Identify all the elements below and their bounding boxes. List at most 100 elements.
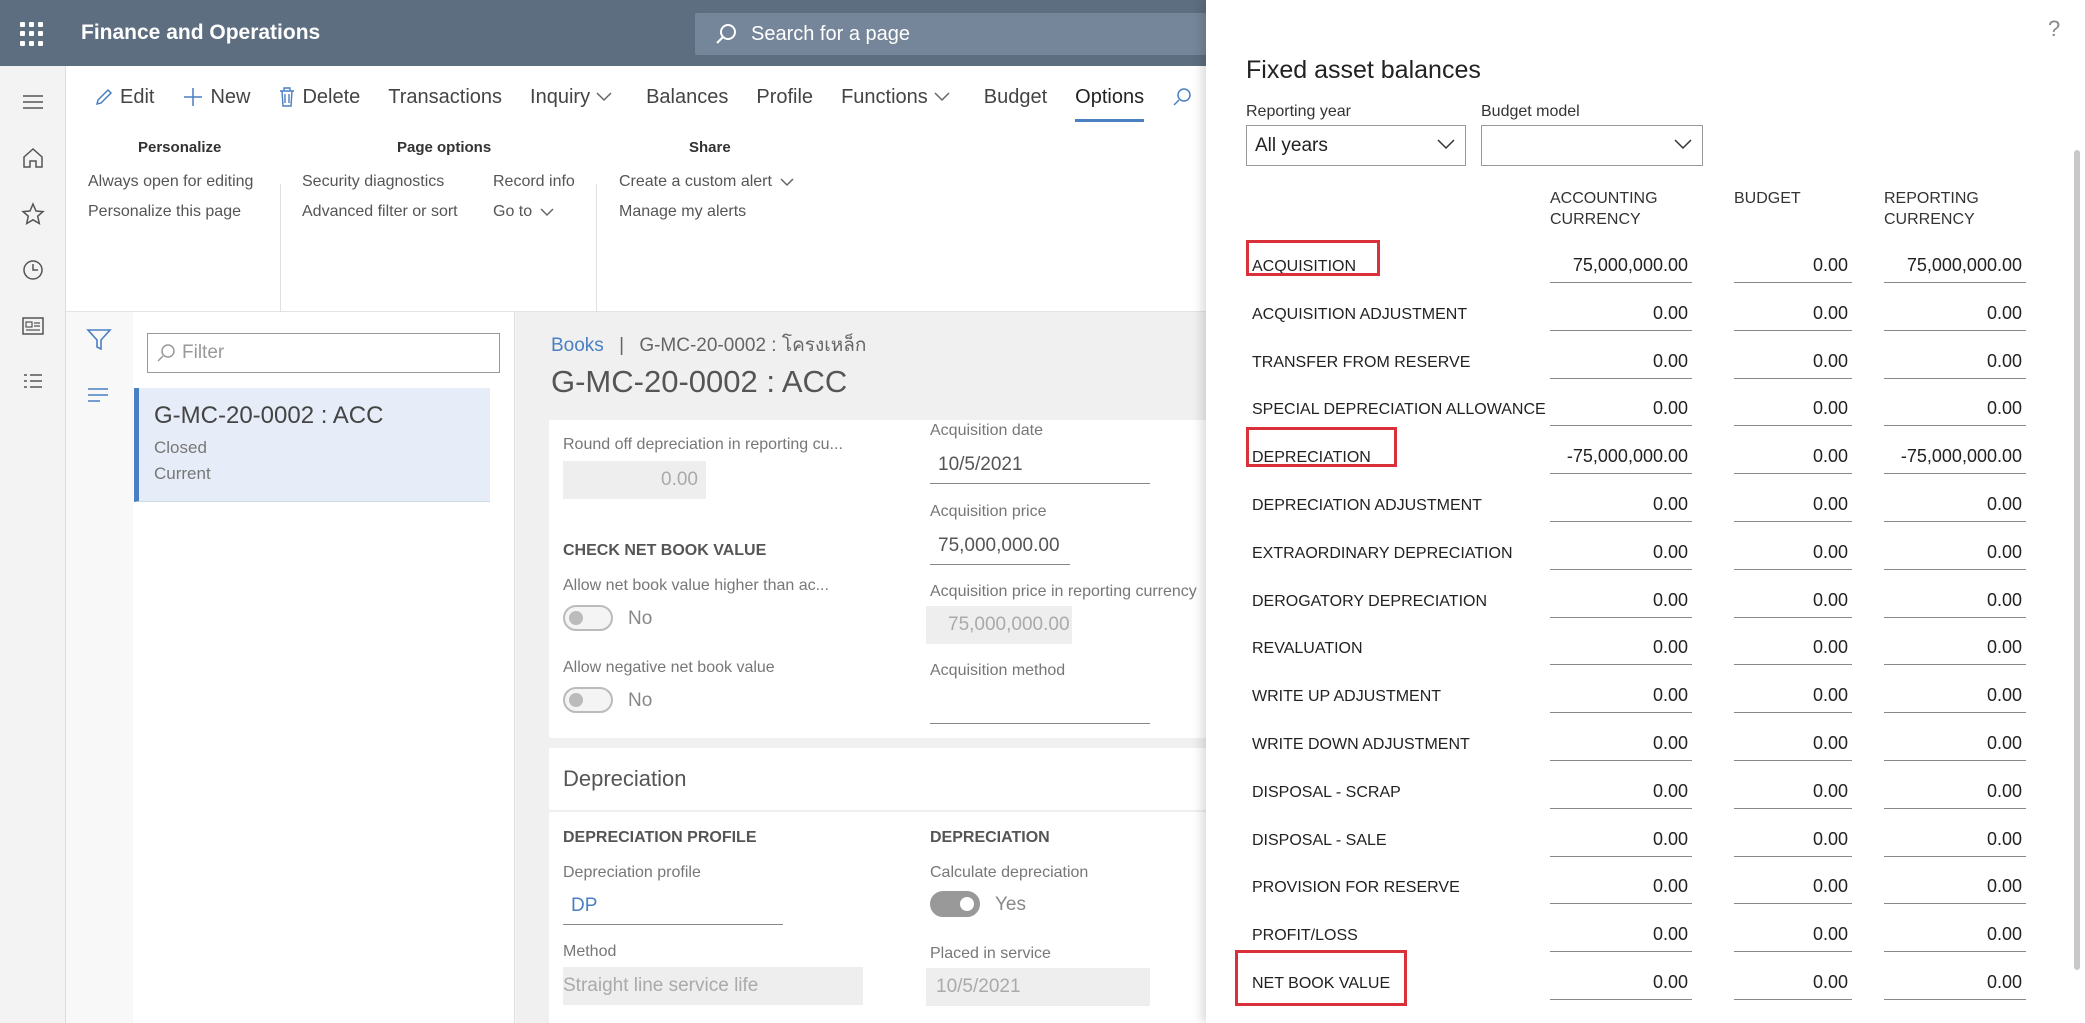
help-icon[interactable]: ? — [2048, 16, 2060, 42]
create-custom-alert-dropdown[interactable]: Create a custom alert — [619, 173, 794, 191]
filter-icon[interactable] — [86, 327, 112, 353]
app-launcher-icon[interactable] — [20, 22, 44, 46]
options-tab[interactable]: Options — [1061, 80, 1158, 122]
search-input[interactable]: Search for a page — [695, 13, 1206, 55]
method-field[interactable]: Straight line service life — [563, 967, 863, 1005]
col-header-budget: BUDGET — [1734, 190, 1801, 207]
balance-cell-budget: 0.00 — [1734, 631, 1852, 666]
acquisition-price-label: Acquisition price — [930, 503, 1047, 520]
action-pane: Edit New Delete Transactions Inquiry Bal… — [66, 66, 1206, 338]
acquisition-price-reporting-label: Acquisition price in reporting currency — [930, 583, 1197, 600]
balance-cell-rep: 0.00 — [1884, 823, 2026, 857]
new-button[interactable]: New — [168, 80, 264, 114]
functions-label: Functions — [841, 85, 928, 108]
balance-cell-budget: 0.00 — [1734, 536, 1852, 570]
search-placeholder: Search for a page — [751, 22, 910, 45]
list-item[interactable]: G-MC-20-0002 : ACC Closed Current — [134, 388, 490, 502]
placed-in-service-field[interactable]: 10/5/2021 — [926, 968, 1150, 1006]
col-header-accounting-line2: CURRENCY — [1550, 211, 1641, 228]
balance-cell-budget: 0.00 — [1734, 966, 1852, 1000]
manage-alerts-link[interactable]: Manage my alerts — [619, 203, 746, 221]
search-icon — [716, 24, 736, 44]
highlight-acquisition — [1246, 240, 1380, 276]
highlight-depreciation — [1246, 427, 1397, 467]
advanced-filter-link[interactable]: Advanced filter or sort — [302, 203, 458, 221]
workspaces-icon[interactable] — [21, 314, 45, 338]
allow-higher-toggle[interactable] — [563, 605, 613, 631]
budget-model-select[interactable] — [1481, 125, 1703, 166]
inquiry-tab[interactable]: Inquiry — [516, 80, 632, 114]
col-header-reporting-currency: REPORTING CURRENCY — [1884, 188, 1979, 230]
calculate-depreciation-toggle[interactable] — [930, 891, 980, 917]
balance-row-label: WRITE UP ADJUSTMENT — [1252, 688, 1442, 706]
method-label: Method — [563, 943, 617, 960]
allow-negative-label: Allow negative net book value — [563, 659, 775, 676]
delete-label: Delete — [302, 85, 361, 108]
favorites-star-icon[interactable] — [21, 202, 45, 226]
balance-row-label: TRANSFER FROM RESERVE — [1252, 353, 1471, 371]
acquisition-date-label: Acquisition date — [930, 422, 1043, 439]
balance-row-label: SPECIAL DEPRECIATION ALLOWANCE — [1252, 401, 1546, 419]
panel-scrollbar[interactable] — [2074, 150, 2080, 970]
personalize-page-link[interactable]: Personalize this page — [88, 203, 241, 221]
balance-cell-rep: 0.00 — [1884, 488, 2026, 522]
pencil-icon — [95, 88, 113, 106]
edit-button[interactable]: Edit — [80, 80, 168, 114]
search-icon — [1173, 88, 1191, 106]
delete-button[interactable]: Delete — [264, 80, 374, 114]
action-bar: Edit New Delete Transactions Inquiry Bal… — [80, 80, 1212, 122]
breadcrumb-current: G-MC-20-0002 : โครงเหล็ก — [639, 335, 867, 356]
balance-cell-budget: 0.00 — [1734, 823, 1852, 857]
balances-tab[interactable]: Balances — [632, 80, 742, 114]
acquisition-method-field[interactable] — [930, 686, 1150, 724]
allow-negative-toggle[interactable] — [563, 687, 613, 713]
balance-cell-rep: 0.00 — [1884, 870, 2026, 905]
chevron-down-icon — [596, 92, 612, 102]
col-header-reporting-line1: REPORTING — [1884, 190, 1979, 207]
highlight-net-book-value — [1235, 950, 1407, 1006]
list-item-sub: Current — [154, 464, 211, 483]
balance-row-label: WRITE DOWN ADJUSTMENT — [1252, 736, 1470, 753]
profile-tab[interactable]: Profile — [742, 80, 827, 114]
hamburger-icon[interactable] — [21, 90, 45, 114]
balance-cell-acc: 0.00 — [1550, 297, 1692, 331]
record-info-link[interactable]: Record info — [493, 173, 575, 191]
allow-higher-value: No — [628, 608, 653, 629]
depreciation-profile-heading: DEPRECIATION PROFILE — [563, 829, 757, 846]
functions-tab[interactable]: Functions — [827, 80, 970, 114]
balance-cell-budget: 0.00 — [1734, 918, 1852, 953]
acquisition-method-label: Acquisition method — [930, 662, 1066, 679]
left-navigation — [0, 66, 66, 1023]
panel-title: Fixed asset balances — [1246, 56, 1481, 84]
round-off-field[interactable]: 0.00 — [563, 461, 706, 499]
new-label: New — [210, 85, 251, 108]
balance-cell-budget: 0.00 — [1734, 345, 1852, 379]
breadcrumb-books-link[interactable]: Books — [551, 335, 604, 356]
acquisition-price-reporting-field[interactable]: 75,000,000.00 — [926, 606, 1072, 644]
reporting-year-select[interactable]: All years — [1246, 125, 1466, 166]
personalize-group-title: Personalize — [138, 139, 222, 156]
action-search-button[interactable] — [1158, 80, 1212, 114]
balance-cell-rep: 75,000,000.00 — [1884, 249, 2026, 283]
balance-row-label: DISPOSAL - SCRAP — [1252, 783, 1401, 801]
go-to-dropdown[interactable]: Go to — [493, 203, 554, 221]
balance-cell-rep: 0.00 — [1884, 775, 2026, 809]
placed-in-service-label: Placed in service — [930, 945, 1051, 962]
transactions-tab[interactable]: Transactions — [374, 80, 516, 114]
home-icon[interactable] — [21, 146, 45, 170]
always-open-editing-link[interactable]: Always open for editing — [88, 173, 253, 191]
balance-cell-acc: 0.00 — [1550, 536, 1692, 570]
filter-input[interactable]: Filter — [147, 333, 500, 373]
modules-list-icon[interactable] — [21, 370, 45, 394]
balance-row-label: REVALUATION — [1252, 640, 1363, 658]
budget-tab[interactable]: Budget — [970, 80, 1061, 114]
balance-cell-rep: 0.00 — [1884, 345, 2026, 379]
recent-clock-icon[interactable] — [21, 258, 45, 282]
acquisition-date-field[interactable]: 10/5/2021 — [930, 446, 1150, 484]
acquisition-price-field[interactable]: 75,000,000.00 — [930, 527, 1070, 565]
balance-cell-acc: 0.00 — [1550, 631, 1692, 666]
list-view-icon[interactable] — [86, 385, 110, 405]
security-diagnostics-link[interactable]: Security diagnostics — [302, 173, 444, 191]
depreciation-profile-field[interactable]: DP — [563, 887, 783, 925]
go-to-label: Go to — [493, 203, 533, 220]
